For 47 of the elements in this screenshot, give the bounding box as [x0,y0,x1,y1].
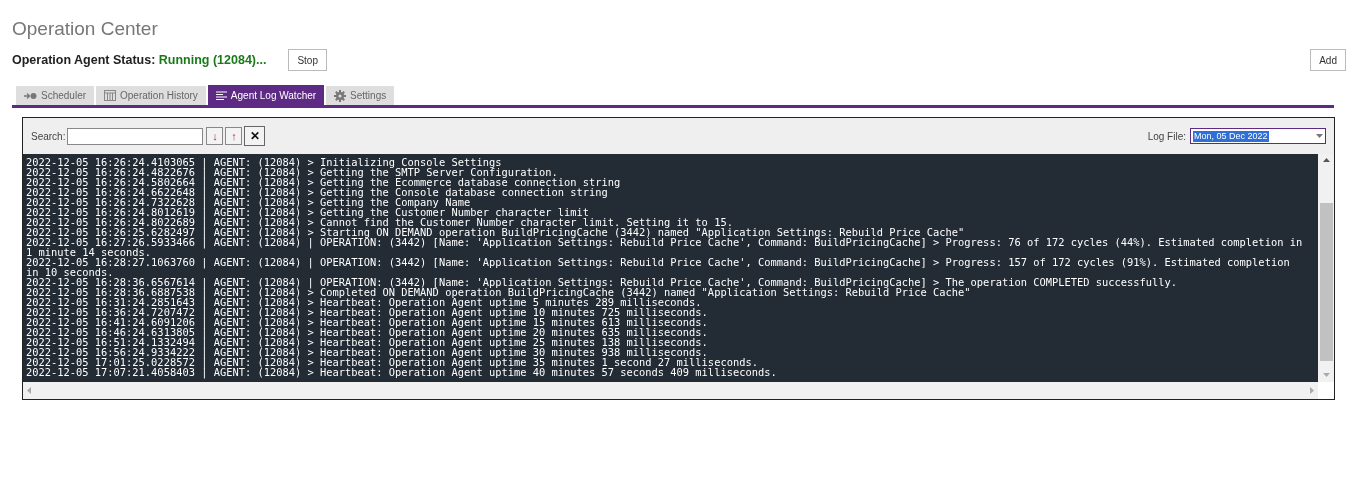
next-match-button[interactable]: ↓ [206,127,224,145]
scrollbar-thumb[interactable] [1319,203,1333,361]
log-line: 2022-12-05 16:41:24.6091206 | AGENT: (12084) > Heartbeat: Operation Agent uptime 15 minutes 613 milliseconds. [26,317,709,327]
previous-match-button[interactable]: ↑ [225,127,243,145]
log-line: 2022-12-05 16:56:24.9334222 | AGENT: (12084) > Heartbeat: Operation Agent uptime 30 minutes 938 milliseconds. [26,347,708,357]
page-title: Operation Center [12,17,158,41]
search-label: Search: [31,129,66,144]
log-line: 2022-12-05 16:28:36.6887538 | AGENT: (12084) > Completed ON DEMAND operation BuildPricingCache (3442) named "Application Settings: Rebuild Price Cache" [26,287,971,297]
stop-button[interactable]: Stop [288,49,327,71]
horizontal-scrollbar[interactable] [23,382,1318,399]
scroll-down-icon [1322,373,1330,377]
vertical-scrollbar[interactable] [1318,154,1334,382]
scroll-up-icon [1322,158,1330,162]
log-line: 2022-12-05 16:26:24.4103065 | AGENT: (12084) > Initializing Console Settings [26,157,502,167]
log-line: 2022-12-05 16:26:24.8012619 | AGENT: (12084) > Getting the Customer Number character limit [26,207,589,217]
log-line: 2022-12-05 16:46:24.6313805 | AGENT: (12084) > Heartbeat: Operation Agent uptime 20 minutes 635 milliseconds. [26,327,709,337]
log-file-label: Log File: [1147,129,1186,144]
tab[interactable]: Agent Log Watcher [207,85,325,105]
log-line: 2022-12-05 16:51:24.1332494 | AGENT: (12084) > Heartbeat: Operation Agent uptime 25 minutes 138 milliseconds. [26,337,709,347]
log-line: 2022-12-05 16:26:24.8022689 | AGENT: (12084) > Cannot find the Customer Number character limit. Setting it to 15. [26,217,733,227]
agent-status: Operation Agent Status: Running (12084)... [12,51,267,69]
clear-search-button[interactable]: ✕ [244,126,266,146]
table-icon [104,90,117,101]
log-line: 2022-12-05 16:26:25.6282497 | AGENT: (12084) > Starting ON DEMAND operation BuildPricingCache (3442) named "Application Settings: Rebuild Price Cache" [26,227,965,237]
log-line: 2022-12-05 17:01:25.0228572 | AGENT: (12084) > Heartbeat: Operation Agent uptime 35 minutes 1 second 27 milliseconds. [26,357,758,367]
log-line: 2022-12-05 16:28:36.6567614 | AGENT: (12084) | OPERATION: (3442) [Name: 'Application Settings: Rebuild Price Cache', Command: BuildPricingCache] > The operation COMPLETED successfully. [26,277,1179,287]
scroll-left-icon [27,387,31,394]
list-lines-icon [215,90,227,100]
add-button[interactable]: Add [1310,49,1346,71]
settings-icon [334,89,347,102]
arrow-dot-icon [24,91,37,100]
tab[interactable]: Settings [326,86,395,105]
log-file-dropdown[interactable]: Mon, 05 Dec 2022 [1190,128,1326,144]
log-line: 2022-12-05 16:26:24.5802664 | AGENT: (12084) > Getting the Ecommerce database connection string [26,177,622,187]
tab[interactable]: Scheduler [16,86,95,105]
tab[interactable]: Operation History [96,86,206,105]
log-line: 2022-12-05 16:26:24.4822676 | AGENT: (12084) > Getting the SMTP Server Configuration. [26,167,558,177]
dropdown-caret-icon [1316,134,1323,138]
log-line: 2022-12-05 17:07:21.4058403 | AGENT: (12084) > Heartbeat: Operation Agent uptime 40 minutes 57 seconds 409 milliseconds. [26,367,778,377]
log-line: 2022-12-05 16:27:26.5933466 | AGENT: (12084) | OPERATION: (3442) [Name: 'Application Settings: Rebuild Price Cache', Command: BuildPricingCache] > Progress: 76 of 172 cycles (44%). Estimated completion in 1 minute 14 seconds. [26,237,1304,257]
log-line: 2022-12-05 16:31:24.2851643 | AGENT: (12084) > Heartbeat: Operation Agent uptime 5 minutes 289 milliseconds. [26,297,702,307]
log-line: 2022-12-05 16:26:24.6622648 | AGENT: (12084) > Getting the Console database connection string [26,187,608,197]
log-line: 2022-12-05 16:26:24.7322628 | AGENT: (12084) > Getting the Company Name [26,197,471,207]
search-field[interactable] [67,127,204,145]
log-line: 2022-12-05 16:36:24.7207472 | AGENT: (12084) > Heartbeat: Operation Agent uptime 10 minutes 725 milliseconds. [26,307,709,317]
scroll-right-icon [1310,387,1314,394]
log-line: 2022-12-05 16:28:27.1063760 | AGENT: (12084) | OPERATION: (3442) [Name: 'Application Settings: Rebuild Price Cache', Command: BuildPricingCache] > Progress: 157 of 172 cycles (91%). Estimated completion in 10 seconds. [26,257,1291,277]
